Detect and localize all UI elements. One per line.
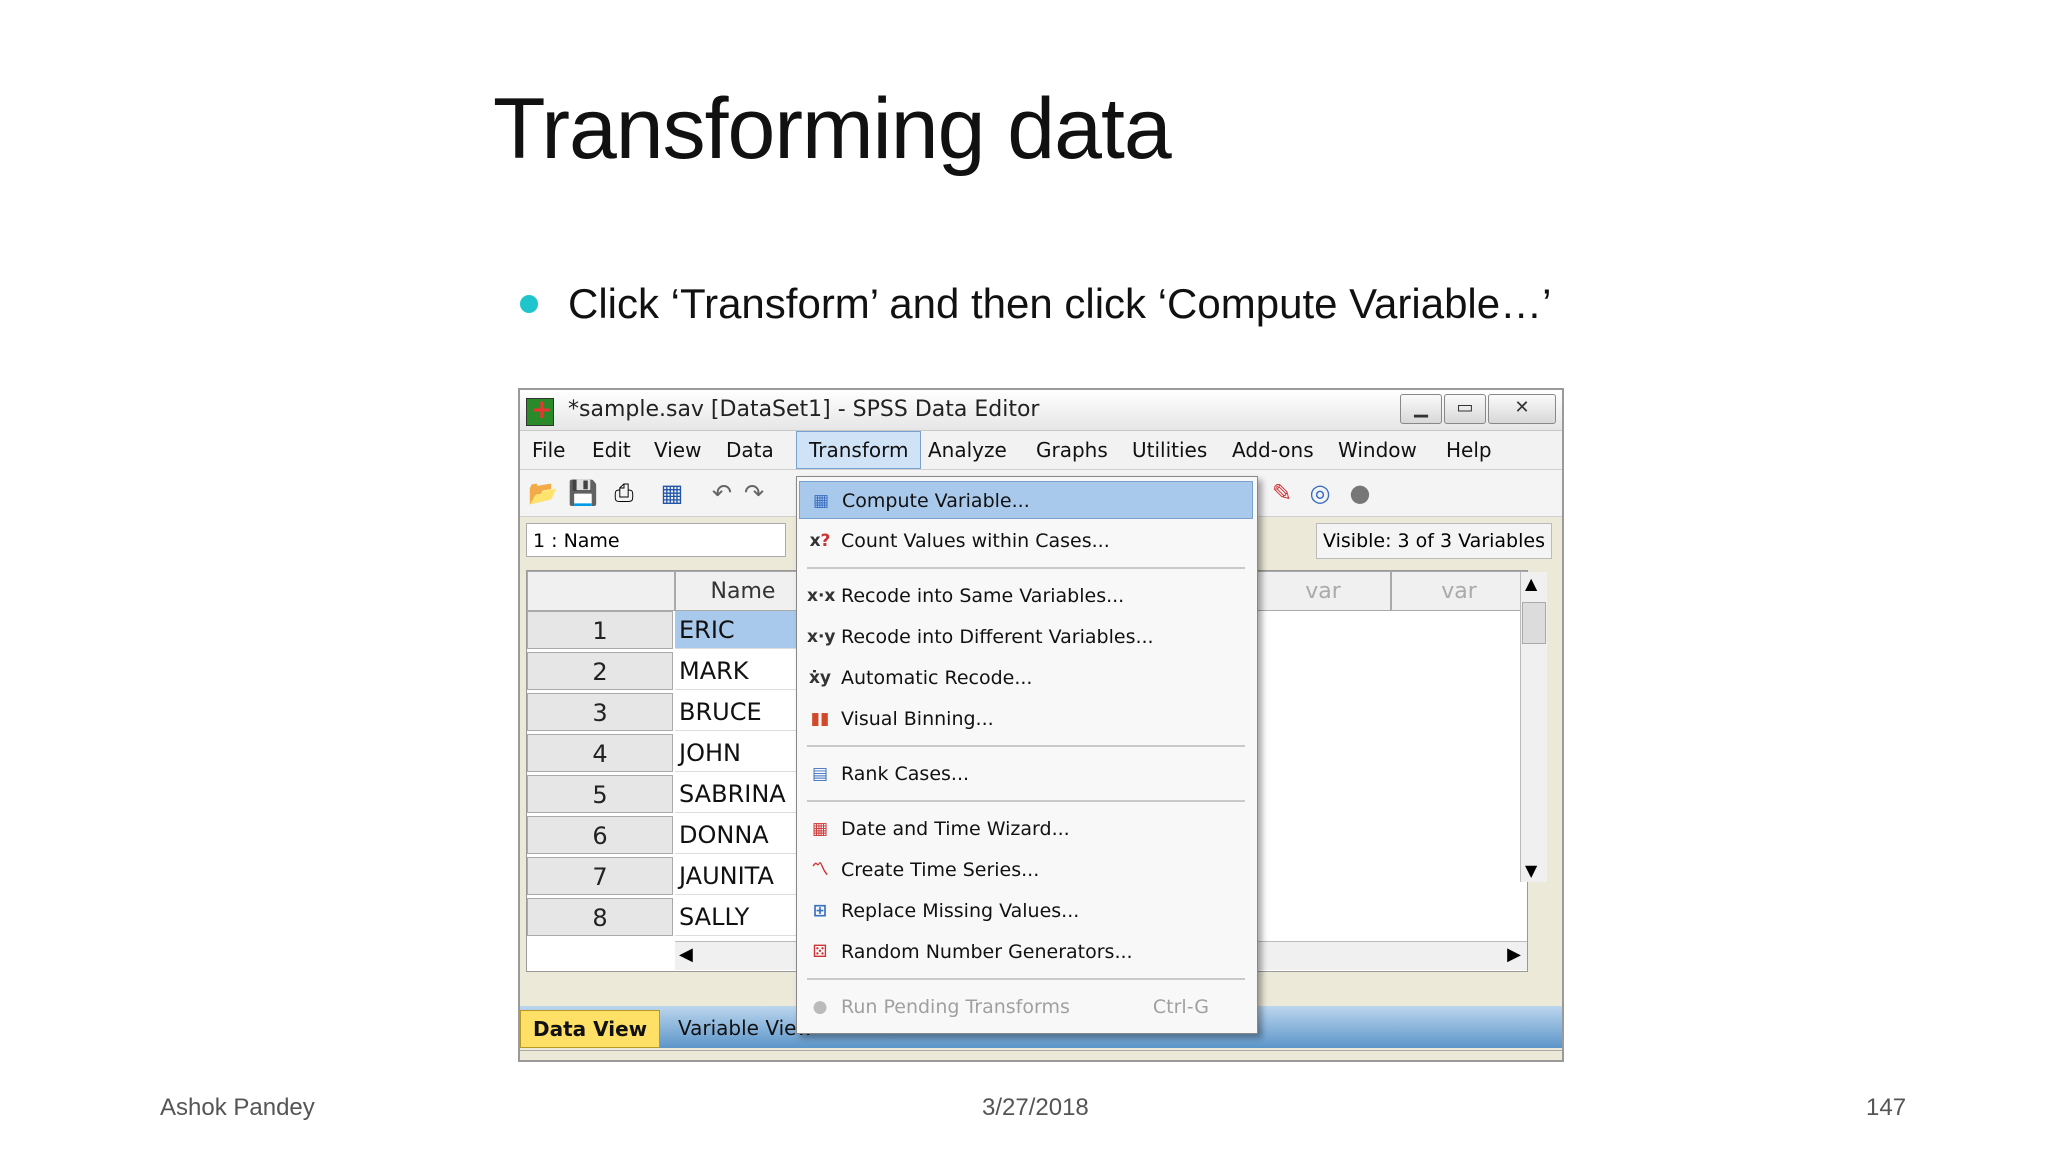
menu-view[interactable]: View — [642, 431, 713, 469]
menu-data[interactable]: Data — [714, 431, 786, 469]
instruction-text: Click ‘Transform’ and then click ‘Comput… — [568, 280, 1552, 327]
dialog-recall-icon[interactable]: ▦ — [658, 480, 686, 506]
scroll-down-icon[interactable]: ▼ — [1525, 861, 1537, 880]
menu-addons[interactable]: Add-ons — [1220, 431, 1326, 469]
menu-item-random-number-generators[interactable]: ⚄ Random Number Generators... — [799, 933, 1253, 971]
menu-item-create-time-series[interactable]: 〽 Create Time Series... — [799, 851, 1253, 889]
show-all-variables-icon[interactable]: ● — [1346, 480, 1374, 506]
cell-name[interactable]: ERIC — [675, 611, 805, 649]
menu-separator — [807, 978, 1245, 980]
cell-name[interactable]: SABRINA — [675, 775, 805, 813]
bullet-dot-icon — [520, 295, 538, 313]
calculator-icon: ▦ — [812, 491, 830, 511]
visible-variables-count: Visible: 3 of 3 Variables — [1316, 523, 1552, 559]
corner-header[interactable] — [527, 571, 675, 611]
cell-name[interactable]: JAUNITA — [675, 857, 805, 895]
dice-icon: ⚄ — [812, 942, 828, 962]
menu-edit[interactable]: Edit — [580, 431, 643, 469]
column-header-var[interactable]: var — [1255, 571, 1391, 611]
rank-icon: ▤ — [811, 764, 829, 784]
scroll-left-icon[interactable]: ◀ — [679, 944, 693, 965]
menu-item-count-values[interactable]: x? Count Values within Cases... — [799, 522, 1253, 560]
menu-separator — [807, 745, 1245, 747]
menu-window[interactable]: Window — [1326, 431, 1429, 469]
menu-utilities[interactable]: Utilities — [1120, 431, 1219, 469]
menu-separator — [807, 800, 1245, 802]
vertical-scrollbar[interactable]: ▲ ▼ — [1520, 572, 1547, 882]
menu-item-automatic-recode[interactable]: ẋy Automatic Recode... — [799, 659, 1253, 697]
menu-graphs[interactable]: Graphs — [1024, 431, 1120, 469]
use-sets-icon[interactable]: ◎ — [1306, 480, 1334, 506]
redo-icon[interactable]: ↷ — [740, 480, 768, 506]
close-button[interactable]: ✕ — [1488, 394, 1556, 424]
cell-name[interactable]: DONNA — [675, 816, 805, 854]
row-number[interactable]: 6 — [527, 816, 673, 854]
spss-app-icon — [526, 395, 554, 426]
menu-separator — [807, 567, 1245, 569]
footer-author: Ashok Pandey — [160, 1094, 315, 1121]
shortcut-label: Ctrl-G — [1152, 996, 1209, 1018]
save-icon[interactable]: 💾 — [568, 480, 598, 506]
menu-item-visual-binning[interactable]: ▮▮ Visual Binning... — [799, 700, 1253, 738]
automatic-recode-icon: ẋy — [808, 668, 832, 688]
row-number[interactable]: 8 — [527, 898, 673, 936]
menu-item-recode-different[interactable]: x·y Recode into Different Variables... — [799, 618, 1253, 656]
menu-transform[interactable]: Transform — [796, 431, 922, 469]
row-number[interactable]: 7 — [527, 857, 673, 895]
maximize-button[interactable]: ▭ — [1444, 394, 1486, 424]
cell-name[interactable]: JOHN — [675, 734, 805, 772]
menu-file[interactable]: File — [520, 431, 577, 469]
replace-missing-icon: ⊞ — [812, 901, 828, 921]
count-icon: x? — [809, 531, 831, 551]
transform-menu-dropdown: ▦ Compute Variable... x? Count Values wi… — [796, 476, 1258, 1034]
calendar-icon: ▦ — [811, 819, 829, 839]
menu-item-rank-cases[interactable]: ▤ Rank Cases... — [799, 755, 1253, 793]
menu-item-recode-same[interactable]: x·x Recode into Same Variables... — [799, 577, 1253, 615]
window-titlebar[interactable]: *sample.sav [DataSet1] - SPSS Data Edito… — [520, 390, 1562, 431]
recode-same-icon: x·x — [807, 586, 836, 606]
footer-page-number: 147 — [1866, 1094, 1907, 1121]
row-number[interactable]: 2 — [527, 652, 673, 690]
menubar: File Edit View Data Transform Analyze Gr… — [520, 431, 1562, 470]
scroll-up-icon[interactable]: ▲ — [1525, 574, 1537, 593]
undo-icon[interactable]: ↶ — [708, 480, 736, 506]
menu-item-date-time-wizard[interactable]: ▦ Date and Time Wizard... — [799, 810, 1253, 848]
run-icon: ● — [812, 997, 828, 1017]
column-header-var[interactable]: var — [1391, 571, 1527, 611]
scroll-thumb[interactable] — [1522, 602, 1546, 644]
cell-name[interactable]: MARK — [675, 652, 805, 690]
status-bar — [520, 1050, 1562, 1060]
row-number[interactable]: 4 — [527, 734, 673, 772]
column-header-name[interactable]: Name — [675, 571, 811, 611]
row-number[interactable]: 1 — [527, 611, 673, 649]
print-icon[interactable]: ⎙ — [610, 480, 638, 506]
visual-binning-icon: ▮▮ — [810, 709, 830, 729]
time-series-icon: 〽 — [811, 860, 829, 880]
menu-help[interactable]: Help — [1434, 431, 1504, 469]
row-number[interactable]: 5 — [527, 775, 673, 813]
menu-item-replace-missing[interactable]: ⊞ Replace Missing Values... — [799, 892, 1253, 930]
menu-item-compute-variable[interactable]: ▦ Compute Variable... — [799, 481, 1253, 519]
row-number[interactable]: 3 — [527, 693, 673, 731]
instruction-bullet: Click ‘Transform’ and then click ‘Comput… — [520, 280, 1551, 328]
footer-date: 3/27/2018 — [982, 1094, 1089, 1121]
tab-data-view[interactable]: Data View — [520, 1010, 661, 1048]
window-title: *sample.sav [DataSet1] - SPSS Data Edito… — [568, 397, 1040, 422]
scroll-right-icon[interactable]: ▶ — [1507, 944, 1521, 965]
cell-reference[interactable]: 1 : Name — [526, 523, 786, 557]
menu-item-run-pending-transforms[interactable]: ● Run Pending Transforms Ctrl-G — [799, 988, 1253, 1026]
cell-name[interactable]: SALLY — [675, 898, 805, 936]
cell-name[interactable]: BRUCE — [675, 693, 805, 731]
minimize-button[interactable]: ▁ — [1400, 394, 1442, 424]
open-folder-icon[interactable]: 📂 — [528, 480, 558, 506]
slide-title: Transforming data — [493, 81, 1172, 177]
recode-different-icon: x·y — [807, 627, 836, 647]
value-labels-icon[interactable]: ✎ — [1268, 480, 1296, 506]
menu-analyze[interactable]: Analyze — [916, 431, 1019, 469]
